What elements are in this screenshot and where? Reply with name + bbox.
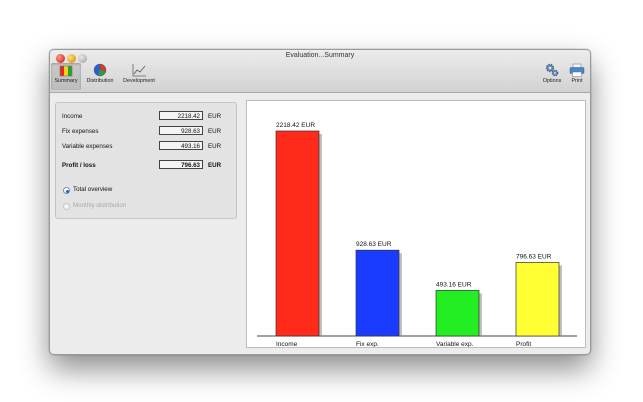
monthly-distribution-radio[interactable] [63,203,70,210]
toolbar-print-label: Print [571,78,583,84]
bar-data-label: 928.63 EUR [356,241,392,248]
chart-panel: 2218.42 EUR Income 928.63 EUR Fix exp. 493.1… [246,100,586,348]
category-tick-label: Variable exp. [436,341,474,347]
profit-loss-value-field: 796.63 [159,160,203,169]
income-row: Income 2218.42 EUR [62,111,232,122]
toolbar-options-label: Options [542,78,562,84]
toolbar-distribution-label: Distribution [86,78,114,84]
evaluation-window: Evaluation...Summary Summary Distributio… [49,49,591,355]
profit-loss-row: Profit / loss 796.63 EUR [62,160,232,171]
income-label: Income [62,113,83,120]
variable-expenses-row: Variable expenses 493.16 EUR [62,141,232,152]
toolbar-summary-button[interactable]: Summary [51,63,81,90]
total-overview-radio[interactable] [63,187,70,194]
income-value-field: 2218.42 [159,111,203,120]
toolbar-development-label: Development [123,78,155,84]
toolbar-development-button[interactable]: Development [120,63,158,90]
bar-variable-exp [435,290,480,337]
bar-profit [515,262,560,337]
bar-fix-exp [355,249,400,337]
variable-expenses-label: Variable expenses [62,143,113,150]
toolbar-options-button[interactable]: Options [539,63,565,90]
variable-expenses-value-field: 493.16 [159,141,203,150]
bar-data-label: 796.63 EUR [516,253,552,260]
summary-flag-icon [58,63,74,77]
toolbar-print-button[interactable]: Print [566,63,588,90]
bar-data-label: 493.16 EUR [436,281,472,288]
category-tick-label: Fix exp. [356,341,379,347]
summary-panel: Income 2218.42 EUR Fix expenses 928.63 E… [55,102,237,219]
fix-expenses-unit: EUR [208,128,222,135]
total-overview-label[interactable]: Total overview [73,186,112,193]
profit-loss-unit: EUR [208,162,222,169]
fix-expenses-value-field: 928.63 [159,126,203,135]
bar-income [275,130,320,337]
toolbar-summary-label: Summary [54,78,78,84]
category-tick-label: Income [276,341,298,347]
gears-icon [544,63,560,77]
income-unit: EUR [208,113,222,120]
window-title: Evaluation...Summary [285,52,355,59]
line-chart-icon [131,63,147,77]
toolbar-distribution-button[interactable]: Distribution [83,63,117,90]
monthly-distribution-label[interactable]: Monthly distribution [73,202,126,209]
window-titlebar: Evaluation...Summary Summary Distributio… [50,50,590,93]
fix-expenses-row: Fix expenses 928.63 EUR [62,126,232,137]
profit-loss-label: Profit / loss [62,162,96,169]
variable-expenses-unit: EUR [208,143,222,150]
pie-chart-icon [92,63,108,77]
summary-bar-chart: 2218.42 EUR Income 928.63 EUR Fix exp. 493.1… [257,122,577,348]
bar-data-label: 2218.42 EUR [276,122,315,129]
fix-expenses-label: Fix expenses [62,128,99,135]
printer-icon [569,63,585,77]
category-tick-label: Profit [516,341,531,347]
